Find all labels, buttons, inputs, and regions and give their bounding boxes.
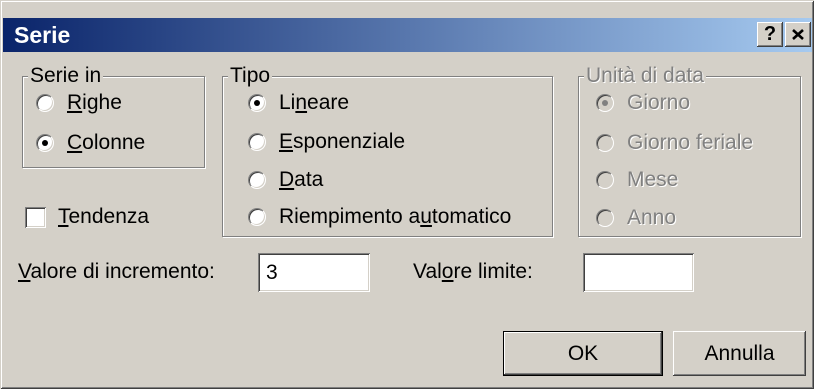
title-bar[interactable]: Serie ? [3, 18, 812, 52]
radio-riempimento-automatico[interactable]: Riempimento automatico [248, 206, 511, 228]
radio-label[interactable]: Esponenziale [279, 131, 405, 153]
radio-esponenziale[interactable]: Esponenziale [248, 131, 405, 153]
access-key: o [441, 260, 454, 283]
radio-label[interactable]: Riempimento automatico [279, 206, 511, 228]
radio-indicator[interactable] [248, 171, 266, 189]
group-label-tipo: Tipo [228, 64, 273, 87]
radio-mese: Mese [596, 169, 678, 191]
radio-indicator [596, 94, 614, 112]
radio-label: Giorno feriale [627, 131, 754, 154]
radio-giorno-feriale: Giorno feriale [596, 132, 753, 154]
radio-lineare[interactable]: Lineare [248, 92, 349, 114]
radio-indicator [596, 171, 614, 189]
series-dialog: Serie ? Serie in Righe Colonne Tipo Line… [0, 0, 814, 389]
access-key[interactable]: T [58, 205, 69, 228]
radio-label[interactable]: Colonne [67, 132, 145, 154]
access-key[interactable]: C [67, 131, 82, 154]
access-key[interactable]: n [295, 91, 307, 114]
radio-indicator[interactable] [248, 94, 266, 112]
group-box-serie-in [22, 76, 205, 168]
radio-indicator [596, 209, 614, 227]
radio-data[interactable]: Data [248, 169, 323, 191]
close-button[interactable] [785, 22, 811, 47]
radio-colonne[interactable]: Colonne [36, 132, 145, 154]
radio-label: Anno [627, 206, 677, 229]
access-key[interactable]: D [279, 168, 294, 191]
access-key[interactable]: u [420, 205, 432, 228]
radio-indicator [596, 134, 614, 152]
help-button[interactable]: ? [757, 22, 783, 47]
radio-indicator[interactable] [248, 208, 266, 226]
radio-label[interactable]: Lineare [279, 92, 349, 114]
group-label-serie-in: Serie in [28, 64, 104, 87]
radio-label[interactable]: Righe [67, 92, 122, 114]
radio-indicator[interactable] [36, 94, 54, 112]
access-key[interactable]: E [279, 130, 293, 153]
ok-button[interactable]: OK [503, 331, 663, 376]
checkbox-tendenza[interactable]: Tendenza [25, 206, 149, 228]
checkbox-indicator[interactable] [25, 206, 46, 228]
access-key: V [18, 260, 31, 283]
radio-righe[interactable]: Righe [36, 92, 122, 114]
close-icon [792, 29, 804, 40]
cancel-button[interactable]: Annulla [673, 331, 806, 376]
radio-label: Mese [627, 168, 679, 191]
access-key[interactable]: R [67, 91, 82, 114]
radio-anno: Anno [596, 207, 676, 229]
radio-indicator[interactable] [36, 134, 54, 152]
group-label-unita-di-data: Unità di data [584, 64, 706, 87]
radio-indicator[interactable] [248, 133, 266, 151]
radio-label[interactable]: Data [279, 169, 323, 191]
window-title: Serie [14, 22, 71, 48]
radio-label: Giorno [627, 91, 691, 114]
increment-input[interactable] [258, 253, 370, 292]
checkbox-label[interactable]: Tendenza [58, 206, 149, 228]
limit-label: Valore limite: [413, 260, 533, 283]
limit-input[interactable] [583, 253, 694, 292]
radio-giorno: Giorno [596, 92, 690, 114]
increment-label: Valore di incremento: [18, 260, 215, 283]
